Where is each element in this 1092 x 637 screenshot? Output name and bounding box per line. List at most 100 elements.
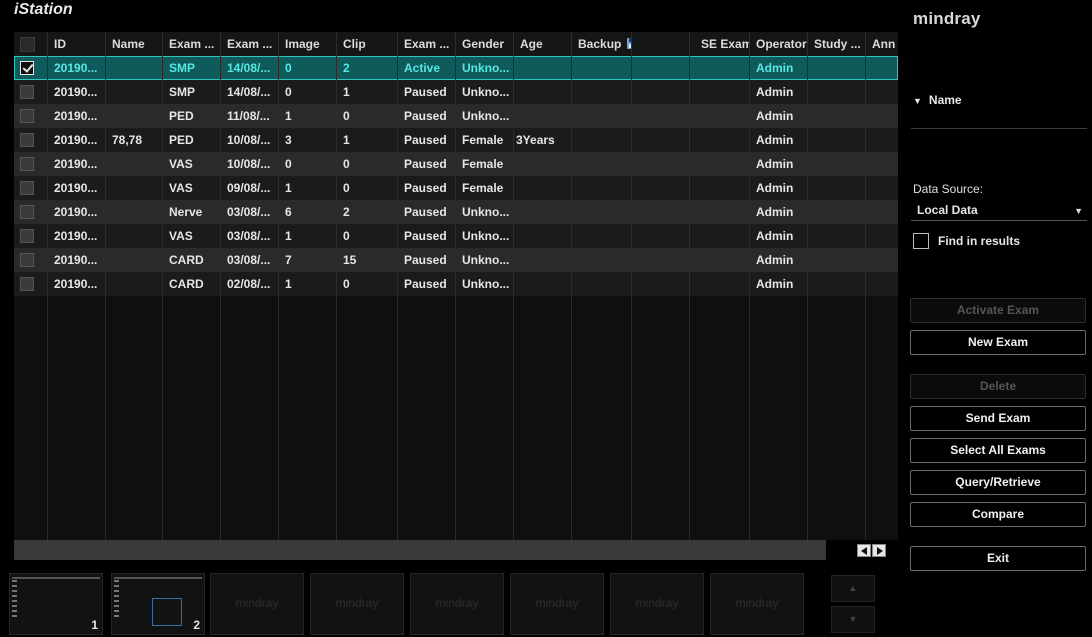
query-retrieve-button[interactable]: Query/Retrieve <box>910 470 1086 495</box>
table-row[interactable]: 20190... PED 11/08/... 1 0 Paused Unkno... Admi… <box>14 104 898 128</box>
cell-se-exam <box>689 224 749 248</box>
thumbnail-scroll-up-button[interactable]: ▲ <box>831 575 875 602</box>
cell-backup <box>571 248 631 272</box>
thumbnail-empty: mindray <box>410 573 504 635</box>
table-row[interactable]: 20190... VAS 10/08/... 0 0 Paused Female Admin <box>14 152 898 176</box>
select-all-exams-button[interactable]: Select All Exams <box>910 438 1086 463</box>
cell-operator: Admin <box>756 253 794 267</box>
horizontal-scrollbar[interactable] <box>14 540 826 560</box>
cell-age <box>513 272 571 296</box>
row-checkbox[interactable] <box>20 61 34 75</box>
cell-age <box>513 224 571 248</box>
row-checkbox[interactable] <box>20 109 34 123</box>
cell-id: 20190... <box>54 229 98 243</box>
activate-exam-button[interactable]: Activate Exam <box>910 298 1086 323</box>
new-exam-button[interactable]: New Exam <box>910 330 1086 355</box>
name-input-underline[interactable] <box>911 128 1087 129</box>
cell-blank <box>631 80 689 104</box>
thumbnail-2[interactable]: 2 <box>111 573 205 635</box>
cell-image: 1 <box>285 109 292 123</box>
row-checkbox[interactable] <box>20 157 34 171</box>
column-divider <box>278 32 279 540</box>
cell-exam-type: PED <box>169 133 194 147</box>
cell-blank <box>631 176 689 200</box>
cell-blank <box>631 248 689 272</box>
data-source-label: Data Source: <box>913 182 984 196</box>
thumbnail-scroll-down-button[interactable]: ▼ <box>831 606 875 633</box>
cell-blank <box>631 104 689 128</box>
cell-clip: 0 <box>343 277 350 291</box>
select-all-checkbox[interactable] <box>20 37 35 52</box>
column-header-age[interactable]: Age <box>513 32 571 56</box>
thumbnail-1[interactable]: 1 <box>9 573 103 635</box>
find-in-results-label[interactable]: Find in results <box>938 234 1020 248</box>
backup-label: Backup <box>578 37 622 51</box>
column-header-se-exam[interactable]: SE Exam <box>689 32 749 56</box>
column-header-backup[interactable]: Backup <box>571 32 631 56</box>
cell-exam-date: 02/08/... <box>227 277 271 291</box>
column-header-exam-date[interactable]: Exam ... <box>220 32 278 56</box>
cell-se-exam <box>689 176 749 200</box>
table-row[interactable]: 20190... 78,78 PED 10/08/... 3 1 Paused Female 3… <box>14 128 898 152</box>
cell-operator: Admin <box>756 205 794 219</box>
data-source-select[interactable]: Local Data ▼ <box>911 203 1087 221</box>
cell-exam-status: Paused <box>404 253 447 267</box>
delete-button[interactable]: Delete <box>910 374 1086 399</box>
cell-id: 20190... <box>54 157 98 171</box>
cell-exam-status: Paused <box>404 205 447 219</box>
brand-logo: mindray <box>913 9 981 28</box>
row-checkbox[interactable] <box>20 253 34 267</box>
cell-name <box>105 224 162 248</box>
cell-id: 20190... <box>54 205 98 219</box>
column-header-exam-type[interactable]: Exam ... <box>162 32 220 56</box>
cell-backup <box>571 200 631 224</box>
cell-se-exam <box>689 200 749 224</box>
column-header-annotation[interactable]: Ann <box>865 32 898 56</box>
table-row[interactable]: 20190... SMP 14/08/... 0 1 Paused Unkno... Admi… <box>14 80 898 104</box>
arrow-down-icon: ▼ <box>848 614 858 624</box>
column-header-study[interactable]: Study ... <box>807 32 865 56</box>
row-checkbox[interactable] <box>20 85 34 99</box>
cell-age <box>513 80 571 104</box>
thumbnail-number: 2 <box>193 618 200 632</box>
table-row[interactable]: 20190... VAS 09/08/... 1 0 Paused Female Admin <box>14 176 898 200</box>
table-row[interactable]: 20190... Nerve 03/08/... 6 2 Paused Unkno... Ad… <box>14 200 898 224</box>
cell-operator: Admin <box>756 133 794 147</box>
triangle-down-icon: ▼ <box>913 96 922 106</box>
row-checkbox[interactable] <box>20 229 34 243</box>
name-filter[interactable]: ▼ Name <box>913 93 962 107</box>
send-exam-button[interactable]: Send Exam <box>910 406 1086 431</box>
thumbnail-watermark: mindray <box>435 596 479 610</box>
cell-blank <box>631 128 689 152</box>
cell-annotation <box>865 152 898 176</box>
column-divider <box>105 32 106 540</box>
compare-button[interactable]: Compare <box>910 502 1086 527</box>
cell-gender: Unkno... <box>462 229 510 243</box>
scroll-right-button[interactable] <box>872 544 886 557</box>
column-header-exam-status[interactable]: Exam ... <box>397 32 455 56</box>
row-checkbox[interactable] <box>20 133 34 147</box>
cell-clip: 15 <box>343 253 357 267</box>
cell-operator: Admin <box>756 277 794 291</box>
column-header-gender[interactable]: Gender <box>455 32 513 56</box>
exit-button[interactable]: Exit <box>910 546 1086 571</box>
column-header-name[interactable]: Name <box>105 32 162 56</box>
table-row[interactable]: 20190... SMP 14/08/... 0 2 Active Unkno... Admi… <box>14 56 898 80</box>
thumbnail-watermark: mindray <box>335 596 379 610</box>
row-checkbox[interactable] <box>20 277 34 291</box>
table-row[interactable]: 20190... CARD 02/08/... 1 0 Paused Unkno... Adm… <box>14 272 898 296</box>
column-header-clip[interactable]: Clip <box>336 32 397 56</box>
column-header-operator[interactable]: Operator <box>749 32 807 56</box>
cell-exam-status: Paused <box>404 85 447 99</box>
row-checkbox[interactable] <box>20 181 34 195</box>
column-header-image[interactable]: Image <box>278 32 336 56</box>
table-row[interactable]: 20190... VAS 03/08/... 1 0 Paused Unkno... Admi… <box>14 224 898 248</box>
scroll-left-button[interactable] <box>857 544 871 557</box>
row-checkbox[interactable] <box>20 205 34 219</box>
cell-backup <box>571 80 631 104</box>
table-row[interactable]: 20190... CARD 03/08/... 7 15 Paused Unkno... Ad… <box>14 248 898 272</box>
cell-id: 20190... <box>54 181 98 195</box>
find-in-results-checkbox[interactable] <box>913 233 929 249</box>
column-header-blank[interactable] <box>631 32 689 56</box>
column-header-id[interactable]: ID <box>47 32 105 56</box>
